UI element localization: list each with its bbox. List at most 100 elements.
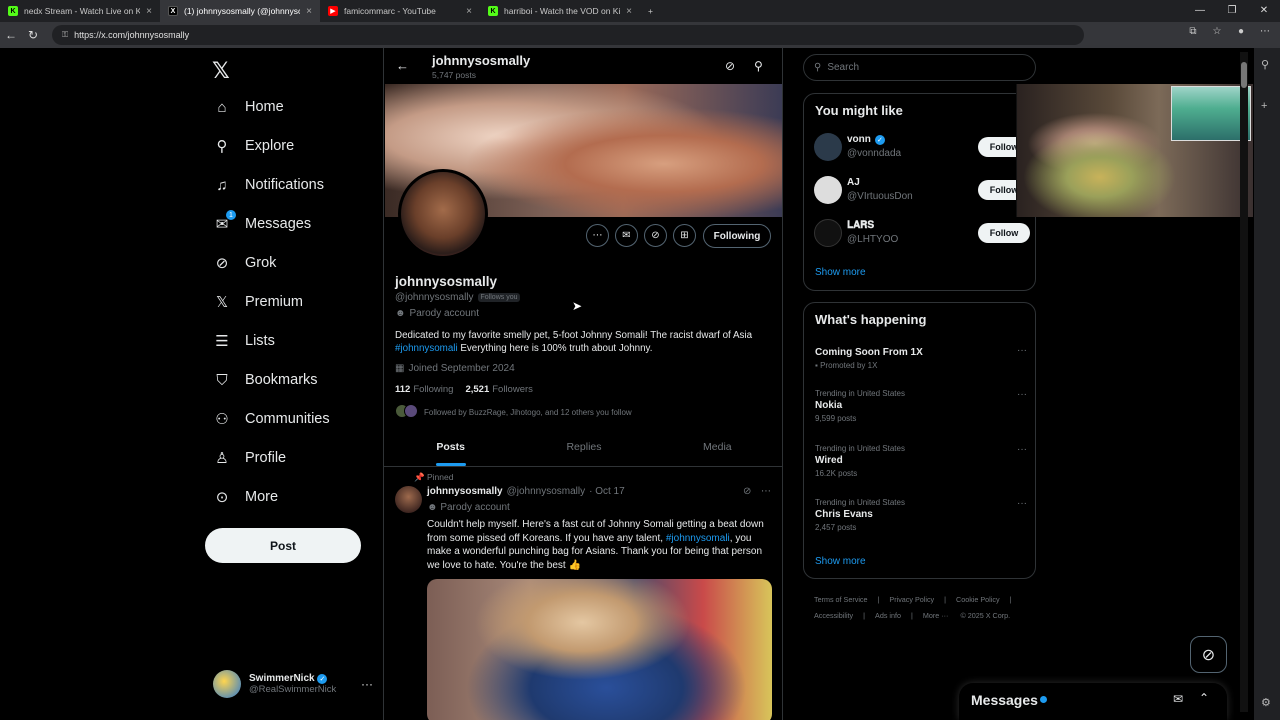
site-info-icon[interactable]: ⚿ [62,30,68,40]
profile-avatar[interactable] [398,169,488,259]
tweet-author-row: johnnysosmally @johnnysosmally · Oct 17 [427,486,625,497]
nav-more[interactable]: ⊙ More [213,488,278,506]
suggestion-name-row: vonn ✓ [847,134,885,145]
maximize-icon[interactable]: ❐ [1216,0,1248,22]
browser-tab-kick-nedx[interactable]: K nedx Stream - Watch Live on Kick × [0,0,160,22]
messages-drawer[interactable]: Messages ✉ ⌃ [959,683,1227,720]
trend-title: Chris Evans [815,509,873,520]
suggestion-item[interactable]: AJ @VIrtuousDon Follow [814,175,1030,205]
suggestion-item[interactable]: vonn ✓ @vonndada Follow [814,132,1030,162]
tab-media[interactable]: Media [651,428,782,466]
favorites-icon[interactable]: ☆ [1210,26,1224,37]
new-tab-button[interactable]: + [640,0,664,22]
back-arrow-icon[interactable]: ← [396,58,409,73]
scrollbar[interactable] [1240,52,1248,712]
following-button[interactable]: Following [703,224,771,248]
followed-by-row[interactable]: Followed by BuzzRage, Jihotogo, and 12 o… [395,404,632,420]
nav-premium[interactable]: 𝕏 Premium [213,293,303,311]
nav-communities[interactable]: ⚇ Communities [213,410,329,428]
search-input[interactable]: ⚲ Search [803,54,1036,81]
window-controls: — ❐ ✕ [1184,0,1280,22]
nav-messages[interactable]: ✉ 1 Messages [213,210,311,233]
trend-item[interactable]: Trending in United States Nokia 9,599 po… [815,389,1027,423]
message-button[interactable]: ✉ [615,224,638,247]
footer-link[interactable]: Privacy Policy [889,595,934,604]
joined-date: ▦ Joined September 2024 [395,363,515,374]
grok-profile-button[interactable]: ⊘ [644,224,667,247]
trend-item-promoted[interactable]: Coming Soon From 1X ▪ Promoted by 1X ··· [815,345,1027,370]
browser-tab-x-profile[interactable]: X (1) johnnysosmally (@johnnysosmally) × [160,0,320,22]
footer-link[interactable]: Terms of Service [814,595,868,604]
close-tab-icon[interactable]: × [466,6,472,17]
profile-icon[interactable]: ● [1234,26,1248,37]
follow-counts: 112 Following 2,521 Followers [395,384,533,395]
more-options-button[interactable]: ⋯ [586,224,609,247]
nav-home[interactable]: ⌂ Home [213,98,283,116]
menu-icon[interactable]: ⋯ [1258,26,1272,37]
tweet-author-name[interactable]: johnnysosmally [427,486,503,497]
grok-floating-button[interactable]: ⊘ [1190,636,1227,673]
new-message-icon[interactable]: ✉ [1173,692,1183,706]
search-icon[interactable]: ⚲ [754,59,763,73]
tab-posts[interactable]: Posts [384,428,517,466]
suggestion-item[interactable]: 𝐋𝐀𝐑𝐒 @LHTYOO Follow [814,218,1030,248]
grok-icon[interactable]: ⊘ [725,59,735,73]
more-icon[interactable]: ··· [1017,389,1027,400]
account-switcher[interactable]: SwimmerNick ✓ @RealSwimmerNick ··· [213,670,373,698]
followers-link[interactable]: 2,521 Followers [465,384,532,395]
footer-link[interactable]: More ··· [923,611,949,620]
nav-grok[interactable]: ⊘ Grok [213,254,277,272]
unread-badge: 1 [226,210,236,220]
post-count: 5,747 posts [432,70,476,80]
footer-link[interactable]: Cookie Policy [956,595,1000,604]
trend-item[interactable]: Trending in United States Chris Evans 2,… [815,498,1027,532]
show-more-link[interactable]: Show more [815,267,866,278]
chevron-up-icon[interactable]: ⌃ [1199,691,1209,705]
search-placeholder: Search [827,62,860,73]
post-button[interactable]: Post [205,528,361,563]
x-logo-icon[interactable]: 𝕏 [212,58,230,84]
nav-label: Lists [245,333,275,349]
grok-icon[interactable]: ⊘ [743,486,751,497]
browser-tab-youtube[interactable]: ▶ famicommarc - YouTube × [320,0,480,22]
tweet-video[interactable] [427,579,772,720]
more-icon[interactable]: ··· [1017,444,1027,455]
browser-tab-kick-harriboi[interactable]: K harriboi - Watch the VOD on Kick × [480,0,640,22]
close-tab-icon[interactable]: × [146,6,152,17]
avatar [814,133,842,161]
settings-icon[interactable]: ⚙ [1261,696,1271,709]
back-icon[interactable]: ← [0,28,22,42]
nav-explore[interactable]: ⚲ Explore [213,137,295,155]
nav-bookmarks[interactable]: ⛉ Bookmarks [213,371,317,389]
tweet-date[interactable]: · Oct 17 [589,486,625,497]
subscribe-button[interactable]: ⊞ [673,224,696,247]
tweet-hashtag-link[interactable]: #johnnysomali [666,533,730,544]
scrollbar-thumb[interactable] [1241,62,1247,88]
close-tab-icon[interactable]: × [626,6,632,17]
tab-replies[interactable]: Replies [517,428,650,466]
nav-notifications[interactable]: ♫ Notifications [213,176,324,194]
avatar[interactable] [395,486,422,513]
mail-icon: ✉ 1 [213,210,236,233]
more-icon[interactable]: ⋯ [761,486,771,497]
nav-lists[interactable]: ☰ Lists [213,332,275,350]
more-icon[interactable]: ··· [1017,498,1027,509]
minimize-icon[interactable]: — [1184,0,1216,22]
footer-link[interactable]: Ads info [875,611,901,620]
trend-item[interactable]: Trending in United States Wired 16.2K po… [815,444,1027,478]
more-icon[interactable]: ··· [1017,345,1027,356]
following-link[interactable]: 112 Following [395,384,453,395]
bio-hashtag-link[interactable]: #johnnysomali [395,343,458,354]
close-tab-icon[interactable]: × [306,6,312,17]
url-field[interactable]: ⚿ https://x.com/johnnysosmally [52,25,1084,45]
footer-link[interactable]: Accessibility [814,611,853,620]
search-icon[interactable]: ⚲ [1261,58,1269,71]
more-icon[interactable]: ··· [361,677,373,691]
close-window-icon[interactable]: ✕ [1248,0,1280,22]
follow-button[interactable]: Follow [978,223,1030,243]
extensions-icon[interactable]: ⧉ [1186,26,1200,37]
show-more-link[interactable]: Show more [815,556,866,567]
add-icon[interactable]: + [1261,100,1267,112]
nav-profile[interactable]: ♙ Profile [213,449,286,467]
reload-icon[interactable]: ↻ [22,28,44,42]
